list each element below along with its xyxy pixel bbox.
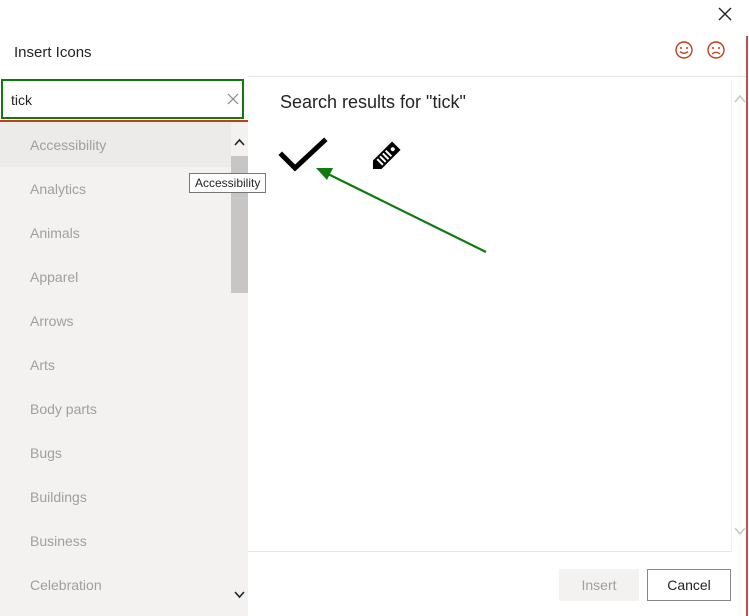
category-item-bugs[interactable]: Bugs — [0, 431, 231, 475]
checkmark-icon — [278, 137, 328, 172]
header-divider — [248, 76, 746, 77]
results-scrollbar[interactable] — [731, 80, 732, 550]
cancel-button[interactable]: Cancel — [647, 569, 731, 601]
frown-feedback-button[interactable] — [706, 40, 726, 60]
close-icon — [718, 7, 732, 21]
category-item-accessibility[interactable]: Accessibility — [0, 123, 231, 167]
frown-icon — [707, 41, 725, 59]
close-icon — [227, 93, 239, 105]
smile-icon — [675, 41, 693, 59]
category-scrollbar[interactable] — [231, 122, 248, 616]
insert-button[interactable]: Insert — [559, 569, 639, 601]
result-price-tag[interactable] — [366, 138, 404, 176]
close-button[interactable] — [714, 3, 736, 25]
category-item-body-parts[interactable]: Body parts — [0, 387, 231, 431]
footer-divider — [248, 551, 732, 552]
results-heading: Search results for "tick" — [280, 92, 466, 112]
clear-search-button[interactable] — [225, 91, 241, 107]
search-box — [1, 79, 244, 119]
smile-feedback-button[interactable] — [674, 40, 694, 60]
chevron-up-icon[interactable] — [233, 136, 246, 149]
category-item-animals[interactable]: Animals — [0, 211, 231, 255]
insert-icons-dialog: Insert Icons Accessibility Analytics — [0, 0, 749, 616]
chevron-down-icon[interactable] — [733, 524, 747, 538]
chevron-up-icon[interactable] — [733, 92, 747, 106]
category-tooltip: Accessibility — [189, 173, 267, 193]
category-item-arrows[interactable]: Arrows — [0, 299, 231, 343]
result-checkmark[interactable] — [278, 135, 328, 177]
category-list: Accessibility Analytics Animals Apparel … — [0, 122, 248, 616]
price-tag-icon — [372, 141, 401, 170]
category-item-business[interactable]: Business — [0, 519, 231, 563]
chevron-down-icon[interactable] — [233, 588, 246, 601]
category-item-apparel[interactable]: Apparel — [0, 255, 231, 299]
category-item-celebration[interactable]: Celebration — [0, 563, 231, 607]
search-input[interactable] — [11, 89, 211, 111]
category-item-arts[interactable]: Arts — [0, 343, 231, 387]
category-item-buildings[interactable]: Buildings — [0, 475, 231, 519]
dialog-title: Insert Icons — [14, 44, 92, 61]
